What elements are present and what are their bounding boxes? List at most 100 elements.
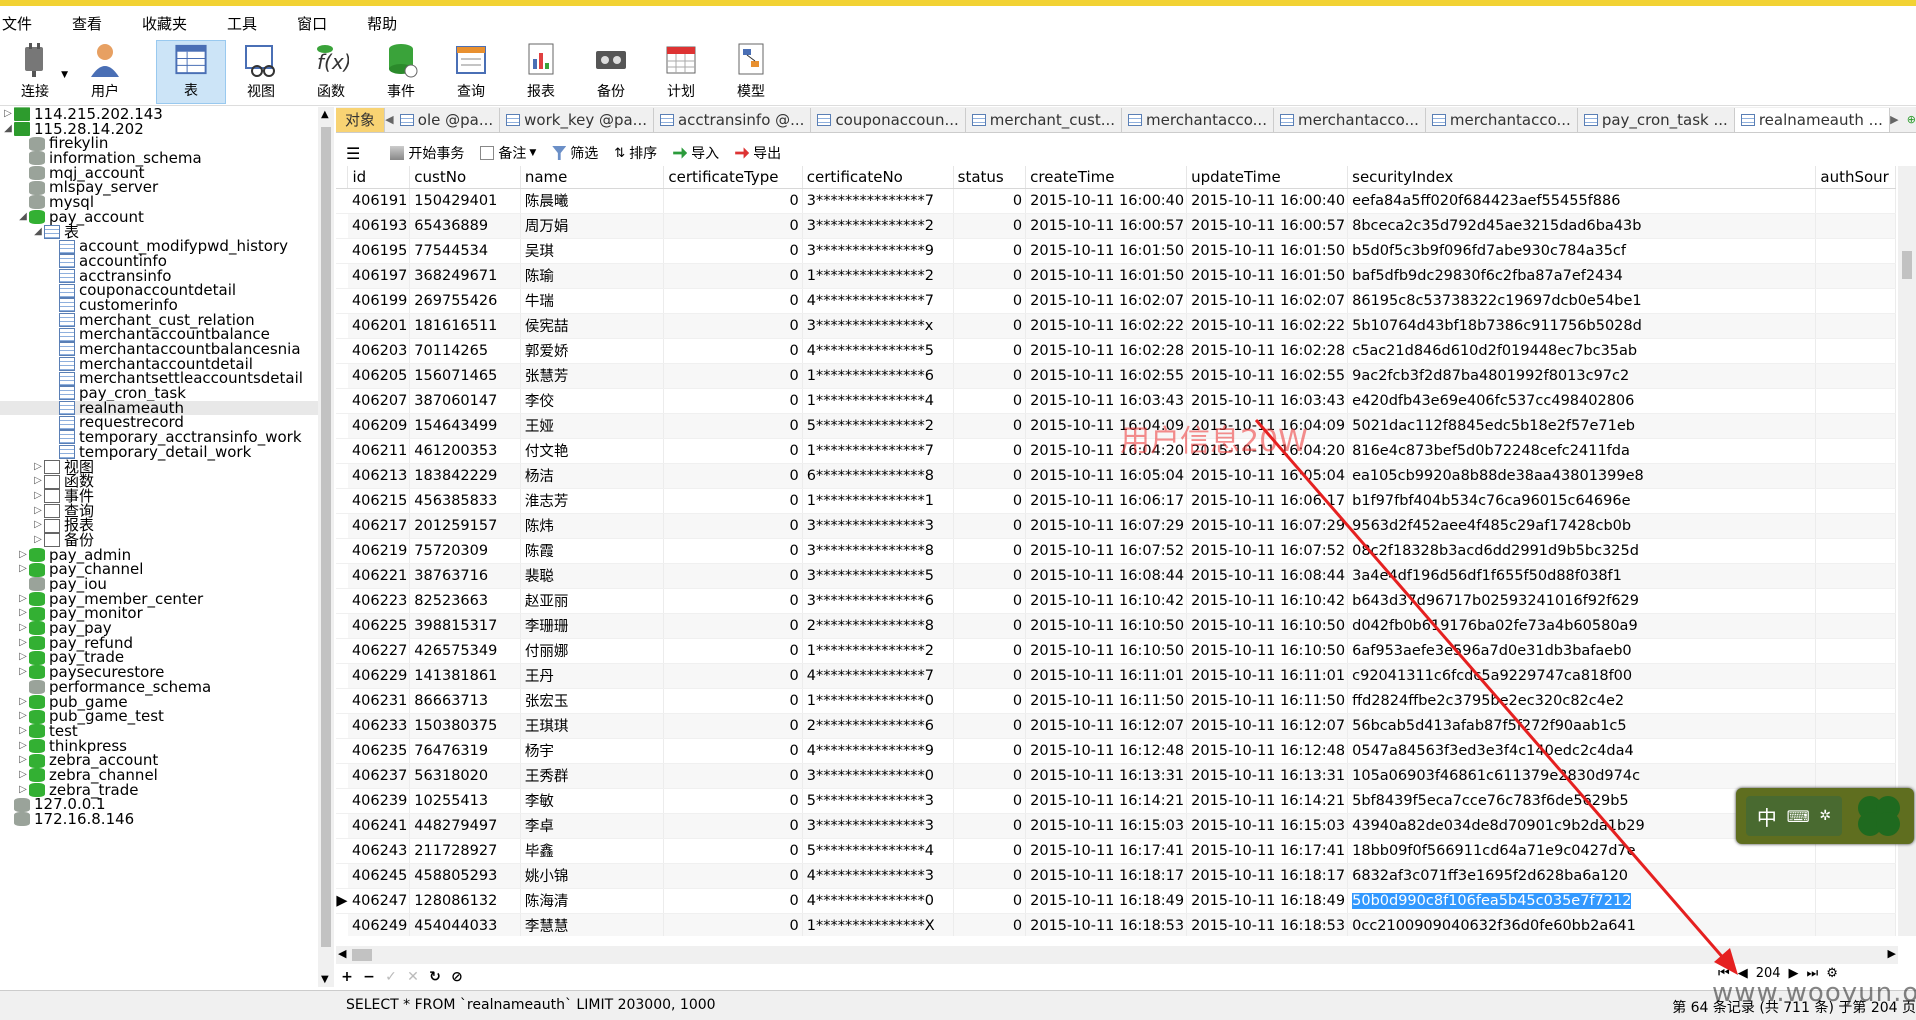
cell-certificateType[interactable]: 0 [663,738,803,764]
table-row[interactable]: 406197 368249671 陈瑜 0 1***************2 0 2015… [336,263,1896,289]
expand-toggle-icon[interactable]: ▷ [17,650,29,665]
cell-certificateNo[interactable]: 4***************0 [802,888,954,914]
tree-item[interactable]: 172.16.8.146 [0,812,318,827]
cell-name[interactable]: 王娅 [520,413,665,439]
cell-authSour[interactable] [1815,663,1896,689]
column-header-certificateNo[interactable]: certificateNo [802,166,954,189]
cell-name[interactable]: 周万娟 [520,213,665,239]
tree-item[interactable]: ◢ 115.28.14.202 [0,121,318,137]
cell-certificateType[interactable]: 0 [663,188,803,214]
table-row[interactable]: ▶ 406247 128086132 陈海清 0 4***************0 0 20… [336,888,1896,914]
cell-updateTime[interactable]: 2015-10-11 16:07:52 [1186,538,1349,564]
toolbar-report-button[interactable]: 报表 [506,40,576,104]
cell-status[interactable]: 0 [953,438,1027,464]
cell-status[interactable]: 0 [953,863,1027,889]
cell-custNo[interactable]: 56318020 [409,763,521,789]
cell-createTime[interactable]: 2015-10-11 16:03:43 [1025,388,1188,414]
cell-authSour[interactable] [1815,238,1896,264]
cell-certificateType[interactable]: 0 [663,788,803,814]
cell-authSour[interactable] [1815,638,1896,664]
cell-certificateNo[interactable]: 3***************5 [802,563,954,589]
cell-name[interactable]: 王秀群 [520,763,665,789]
cell-securityIndex[interactable]: 3a4e4df196d56df1f655f50d88f038f1 [1347,563,1817,589]
cell-createTime[interactable]: 2015-10-11 16:01:50 [1025,238,1188,264]
menu-item-2[interactable]: 收藏夹 [142,13,201,34]
cell-securityIndex[interactable]: 6832af3c071ff3e1695f2d628ba6a120 [1347,863,1817,889]
cell-id[interactable]: 406245 [347,863,411,889]
cell-createTime[interactable]: 2015-10-11 16:06:17 [1025,488,1188,514]
cell-custNo[interactable]: 211728927 [409,838,521,864]
cell-name[interactable]: 毕鑫 [520,838,665,864]
cell-custNo[interactable]: 128086132 [409,888,521,914]
expand-toggle-icon[interactable]: ◢ [32,225,44,240]
cell-custNo[interactable]: 75720309 [409,538,521,564]
scroll-up-icon[interactable]: ▲ [321,109,329,120]
cell-status[interactable]: 0 [953,738,1027,764]
cell-status[interactable]: 0 [953,288,1027,314]
cell-authSour[interactable] [1815,588,1896,614]
column-header-certificateType[interactable]: certificateType [663,166,803,189]
tree-item[interactable]: performance_schema [0,679,318,695]
cell-custNo[interactable]: 368249671 [409,263,521,289]
table-row[interactable]: 406235 76476319 杨宇 0 4***************9 0 2015-… [336,738,1896,764]
expand-toggle-icon[interactable]: ▷ [17,606,29,621]
sort-button[interactable]: ⇅ 排序 [614,143,657,163]
cell-certificateType[interactable]: 0 [663,838,803,864]
cell-authSour[interactable] [1815,463,1896,489]
cell-createTime[interactable]: 2015-10-11 16:15:03 [1025,813,1188,839]
cell-securityIndex[interactable]: 9ac2fcb3f2d87ba4801992f8013c97c2 [1347,363,1817,389]
expand-toggle-icon[interactable]: ▷ [17,665,29,680]
table-row[interactable]: 406231 86663713 张宏玉 0 1***************0 0 2015… [336,688,1896,714]
cell-certificateNo[interactable]: 1***************2 [802,638,954,664]
tab-item[interactable]: merchant_cust... [966,107,1123,132]
cell-id[interactable]: 406207 [347,388,411,414]
begin-transaction-button[interactable]: 开始事务 [390,143,464,163]
expand-toggle-icon[interactable]: ▷ [17,592,29,607]
tree-item[interactable]: ▷ 事件 [0,489,318,504]
cell-custNo[interactable]: 82523663 [409,588,521,614]
table-row[interactable]: 406249 454044033 李慧慧 0 1***************X 0 201… [336,913,1896,936]
expand-toggle-icon[interactable]: ▷ [32,489,44,504]
cell-updateTime[interactable]: 2015-10-11 16:03:43 [1186,388,1349,414]
cell-certificateNo[interactable]: 3***************9 [802,238,954,264]
cell-status[interactable]: 0 [953,363,1027,389]
cell-name[interactable]: 姚小锦 [520,863,665,889]
cell-updateTime[interactable]: 2015-10-11 16:08:44 [1186,563,1349,589]
cell-name[interactable]: 李敏 [520,788,665,814]
expand-toggle-icon[interactable]: ▷ [17,621,29,636]
tree-scrollbar[interactable]: ▲ ▼ [318,107,334,987]
column-header-authSour[interactable]: authSour [1815,166,1896,189]
cell-certificateType[interactable]: 0 [663,213,803,239]
cell-custNo[interactable]: 456385833 [409,488,521,514]
tab-item[interactable]: merchantacco... [1274,107,1426,132]
cell-id[interactable]: 406213 [347,463,411,489]
expand-toggle-icon[interactable]: ▷ [17,709,29,724]
menu-lines-icon[interactable]: ☰ [346,144,360,163]
cell-name[interactable]: 李佼 [520,388,665,414]
table-row[interactable]: 406215 456385833 淮志芳 0 1***************1 0 201… [336,488,1896,514]
cell-securityIndex[interactable]: 86195c8c53738322c19697dcb0e54be1 [1347,288,1817,314]
cell-updateTime[interactable]: 2015-10-11 16:17:41 [1186,838,1349,864]
cell-id[interactable]: 406199 [347,288,411,314]
cell-securityIndex[interactable]: 105a06903f46861c611379e2830d974c [1347,763,1817,789]
cell-createTime[interactable]: 2015-10-11 16:10:42 [1025,588,1188,614]
note-button[interactable]: 备注 ▼ [480,143,536,163]
cell-id[interactable]: 406203 [347,338,411,364]
cell-name[interactable]: 李慧慧 [520,913,665,936]
cell-createTime[interactable]: 2015-10-11 16:07:29 [1025,513,1188,539]
cell-name[interactable]: 李珊珊 [520,613,665,639]
cell-custNo[interactable]: 201259157 [409,513,521,539]
cell-securityIndex[interactable]: ea105cb9920a8b88de38aa43801399e8 [1347,463,1817,489]
cell-custNo[interactable]: 10255413 [409,788,521,814]
expand-toggle-icon[interactable]: ▷ [32,474,44,489]
cell-id[interactable]: 406221 [347,563,411,589]
menu-item-5[interactable]: 帮助 [367,13,411,34]
cell-authSour[interactable] [1815,288,1896,314]
cell-certificateNo[interactable]: 6***************8 [802,463,954,489]
table-row[interactable]: 406193 65436889 周万娟 0 3***************2 0 2015… [336,213,1896,239]
cell-updateTime[interactable]: 2015-10-11 16:18:17 [1186,863,1349,889]
cell-custNo[interactable]: 76476319 [409,738,521,764]
cell-authSour[interactable] [1815,738,1896,764]
column-header-custNo[interactable]: custNo [409,166,521,189]
delete-record-icon[interactable]: − [358,969,380,985]
